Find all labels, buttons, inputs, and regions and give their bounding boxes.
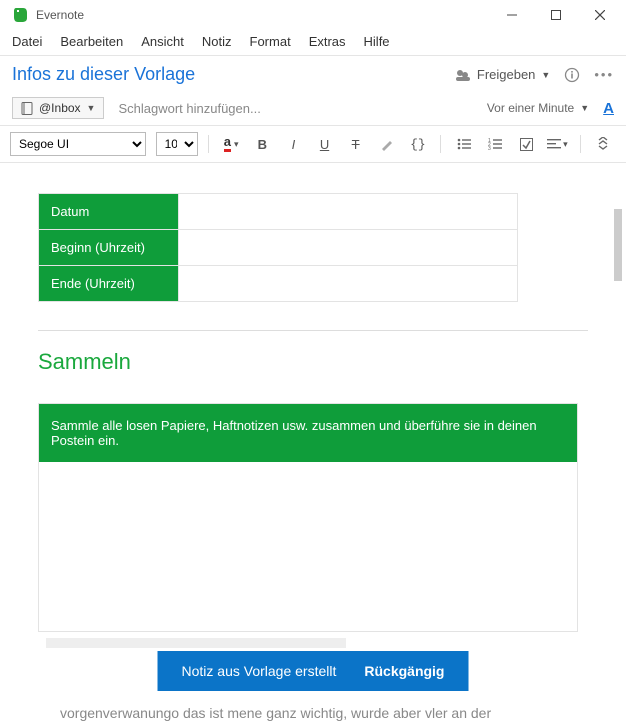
chevron-down-icon: ▼ [541,70,550,80]
checklist-button[interactable] [514,132,539,156]
chevron-down-icon[interactable]: ▼ [580,103,589,113]
row-value[interactable] [179,230,518,266]
toast-message: Notiz aus Vorlage erstellt [182,663,337,679]
horizontal-rule [38,330,588,331]
window-close-button[interactable] [578,0,622,30]
font-size-select[interactable]: 10 [156,132,198,156]
row-value[interactable] [179,194,518,230]
menu-bearbeiten[interactable]: Bearbeiten [60,34,123,49]
note-title[interactable]: Infos zu dieser Vorlage [12,64,195,85]
info-icon[interactable] [564,67,580,83]
menu-extras[interactable]: Extras [309,34,346,49]
menu-notiz[interactable]: Notiz [202,34,232,49]
svg-text:3: 3 [488,146,491,150]
expand-toolbar-button[interactable] [591,132,616,156]
divider [580,135,581,153]
scrollbar-thumb[interactable] [614,209,622,281]
bullet-list-button[interactable] [451,132,476,156]
toast-notification: Notiz aus Vorlage erstellt Rückgängig [158,651,469,691]
chevron-down-icon: ▼ [87,103,96,113]
highlight-button[interactable] [374,132,399,156]
table-row: Datum [39,194,518,230]
share-label: Freigeben [477,67,536,82]
menu-datei[interactable]: Datei [12,34,42,49]
section-heading[interactable]: Sammeln [38,349,588,375]
italic-button[interactable]: I [281,132,306,156]
app-icon [12,6,30,24]
notebook-icon [21,102,33,115]
instruction-banner[interactable]: Sammle alle losen Papiere, Haftnotizen u… [38,403,578,462]
font-style-button[interactable]: A [603,100,614,117]
row-value[interactable] [179,266,518,302]
table-row: Ende (Uhrzeit) [39,266,518,302]
note-body[interactable]: Datum Beginn (Uhrzeit) Ende (Uhrzeit) Sa… [0,163,626,703]
more-icon[interactable]: ••• [594,67,614,82]
format-toolbar: Segoe UI 10 a▾ B I U T {} 123 ▾ [0,125,626,163]
note-header: Infos zu dieser Vorlage Freigeben ▼ ••• [0,56,626,91]
divider [208,135,209,153]
menu-ansicht[interactable]: Ansicht [141,34,184,49]
metadata-table[interactable]: Datum Beginn (Uhrzeit) Ende (Uhrzeit) [38,193,518,302]
horizontal-scrollbar[interactable] [46,638,346,648]
menu-hilfe[interactable]: Hilfe [364,34,390,49]
font-family-select[interactable]: Segoe UI [10,132,146,156]
menu-format[interactable]: Format [250,34,291,49]
notebook-name: @Inbox [39,101,81,115]
menu-bar: Datei Bearbeiten Ansicht Notiz Format Ex… [0,30,626,56]
table-row: Beginn (Uhrzeit) [39,230,518,266]
share-icon [455,68,471,82]
title-bar: Evernote [0,0,626,30]
tags-input[interactable]: Schlagwort hinzufügen... [118,101,260,116]
undo-button[interactable]: Rückgängig [364,663,444,679]
row-label[interactable]: Datum [39,194,179,230]
strikethrough-button[interactable]: T [343,132,368,156]
app-name: Evernote [36,8,84,22]
font-color-button[interactable]: a▾ [219,132,244,156]
row-label[interactable]: Beginn (Uhrzeit) [39,230,179,266]
row-label[interactable]: Ende (Uhrzeit) [39,266,179,302]
window-minimize-button[interactable] [490,0,534,30]
share-button[interactable]: Freigeben ▼ [455,67,550,82]
align-button[interactable]: ▾ [545,132,570,156]
note-meta-row: @Inbox ▼ Schlagwort hinzufügen... Vor ei… [0,91,626,125]
code-block-button[interactable]: {} [405,132,430,156]
bold-button[interactable]: B [250,132,275,156]
updated-label: Vor einer Minute [487,101,574,115]
underline-button[interactable]: U [312,132,337,156]
divider [440,135,441,153]
content-box[interactable] [38,462,578,632]
window-maximize-button[interactable] [534,0,578,30]
background-text-cutoff: vorgenverwanungo das ist mene ganz wicht… [0,703,626,723]
numbered-list-button[interactable]: 123 [483,132,508,156]
notebook-selector[interactable]: @Inbox ▼ [12,97,104,119]
